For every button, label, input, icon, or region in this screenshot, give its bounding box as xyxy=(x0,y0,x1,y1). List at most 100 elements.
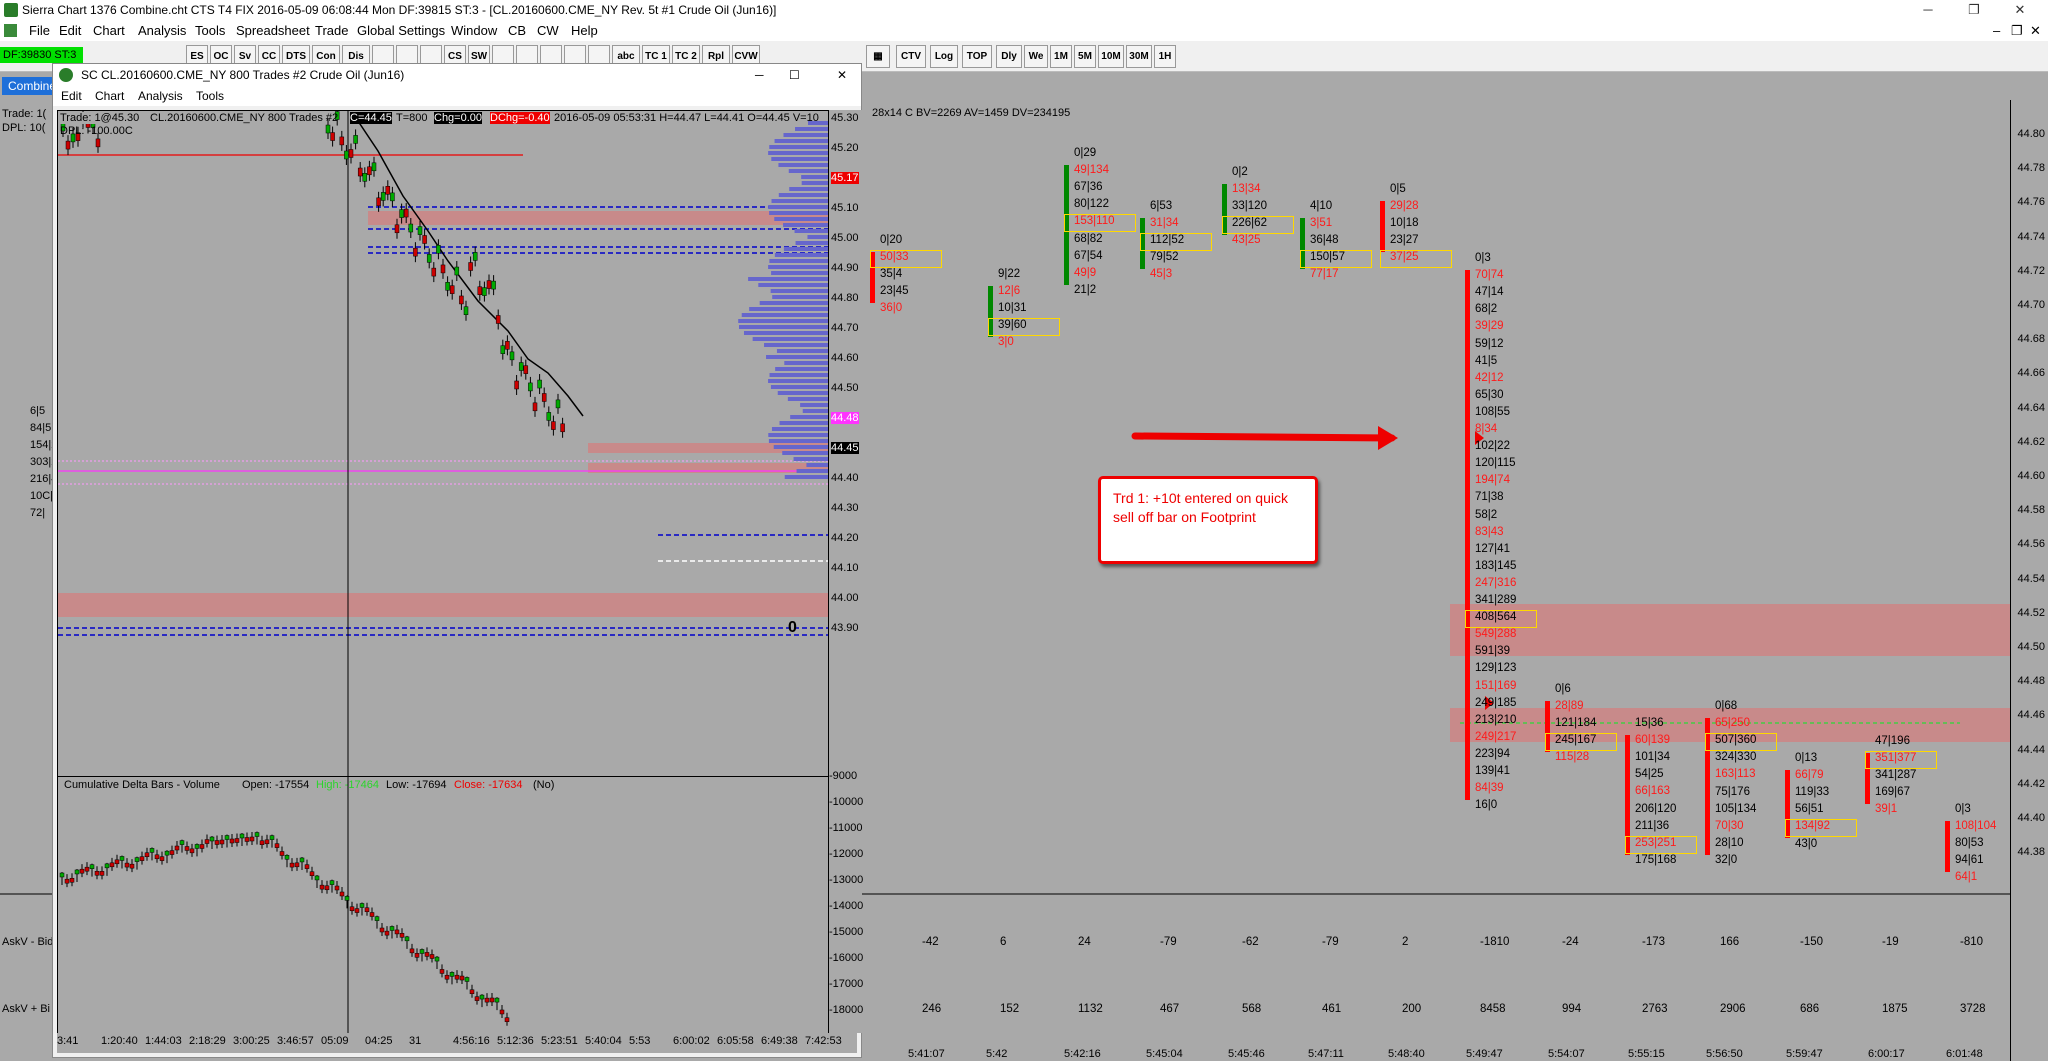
profile-bar xyxy=(784,475,828,479)
inner-price-chart[interactable]: Trade: 1@45.30 CL.20160600.CME_NY 800 Tr… xyxy=(57,110,829,777)
price-candle xyxy=(560,423,565,433)
cd-candle xyxy=(389,926,395,931)
askv-plus-label: AskV + Bi xyxy=(2,1003,50,1015)
inner-close-button[interactable]: ✕ xyxy=(837,64,847,86)
cumulative-delta-pane[interactable]: Cumulative Delta Bars - Volume Open: -17… xyxy=(57,776,829,1035)
poc-box xyxy=(1140,233,1212,252)
menu-analysis[interactable]: Analysis xyxy=(138,20,186,41)
inner-chart-window[interactable]: SC CL.20160600.CME_NY 800 Trades #2 Crud… xyxy=(52,63,864,1058)
minimize-button[interactable]: ─ xyxy=(1906,0,1950,20)
footprint-cell: 49|9 xyxy=(1074,266,1097,279)
close-button[interactable]: ✕ xyxy=(1998,0,2042,20)
menu-chart[interactable]: Chart xyxy=(93,20,125,41)
menu-cw[interactable]: CW xyxy=(537,20,559,41)
price-candle xyxy=(518,362,524,371)
menu-window[interactable]: Window xyxy=(451,20,497,41)
price-candle xyxy=(371,162,377,172)
footprint-cell: 119|33 xyxy=(1795,786,1830,799)
price-candle xyxy=(325,124,331,134)
price-candle xyxy=(482,287,487,296)
price-candles xyxy=(60,111,565,438)
footprint-cell: 0|2 xyxy=(1232,166,1248,178)
window-title: Sierra Chart 1376 Combine.cht CTS T4 FIX… xyxy=(22,3,777,17)
menu-trade[interactable]: Trade xyxy=(315,20,348,41)
price-candle xyxy=(509,351,515,361)
toolbar-1m-button[interactable]: 1M xyxy=(1050,45,1072,68)
toolbar-we-button[interactable]: We xyxy=(1024,45,1048,68)
restore-button[interactable]: ❐ xyxy=(1952,0,1996,20)
price-candle xyxy=(362,173,368,182)
profile-bar xyxy=(766,355,828,359)
inner-stats-info: 2016-05-09 05:53:31 H=44.47 L=44.41 O=44… xyxy=(554,112,819,124)
price-candle xyxy=(344,150,349,160)
toolbar-1h-button[interactable]: 1H xyxy=(1154,45,1176,68)
annotation-text: Trd 1: +10t entered on quick sell off ba… xyxy=(1113,490,1288,525)
delta-value: -1810 xyxy=(1480,936,1510,948)
price-tick: 44.54 xyxy=(2017,572,2045,585)
inner-trades-info: T=800 xyxy=(396,112,428,124)
price-candle xyxy=(495,315,501,324)
toolbar-5m-button[interactable]: 5M xyxy=(1074,45,1096,68)
profile-bar xyxy=(801,181,828,185)
footprint-cell: 36|48 xyxy=(1310,234,1339,247)
profile-bar xyxy=(738,319,828,323)
delta-value: 24 xyxy=(1078,936,1091,948)
toolbar-10m-button[interactable]: 10M xyxy=(1098,45,1124,68)
cd-candle xyxy=(109,862,115,868)
menu-spreadsheet[interactable]: Spreadsheet xyxy=(236,20,310,41)
footprint-cell: 66|163 xyxy=(1635,785,1670,798)
price-candle xyxy=(449,285,455,294)
cd-candle xyxy=(404,936,410,942)
menu-edit[interactable]: Edit xyxy=(59,20,81,41)
inner-menu-chart[interactable]: Chart xyxy=(95,86,124,106)
menu-help[interactable]: Help xyxy=(571,20,598,41)
footprint-cell: 83|43 xyxy=(1475,525,1504,538)
toolbar-30m-button[interactable]: 30M xyxy=(1126,45,1152,68)
price-tick: 44.60 xyxy=(2017,470,2045,482)
volume-value: 568 xyxy=(1242,1003,1262,1015)
menu-file[interactable]: File xyxy=(29,20,50,41)
footprint-cell: 341|287 xyxy=(1875,769,1917,782)
menu-global-settings[interactable]: Global Settings xyxy=(357,20,445,41)
delta-axis-tick: -13000 xyxy=(829,874,864,886)
price-candle xyxy=(417,226,423,235)
chart-grid-icon[interactable]: ▦ xyxy=(866,45,890,68)
inner-menu-edit[interactable]: Edit xyxy=(61,86,82,106)
mdi-minimize-button[interactable]: – xyxy=(1993,20,2000,41)
footprint-cell: 120|115 xyxy=(1475,457,1516,470)
inner-menu-analysis[interactable]: Analysis xyxy=(138,86,183,106)
profile-bar xyxy=(771,157,828,161)
toolbar-dly-button[interactable]: Dly xyxy=(996,45,1022,68)
cd-candle xyxy=(329,880,335,885)
menu-cb[interactable]: CB xyxy=(508,20,526,41)
price-candle xyxy=(394,224,400,234)
poc-box xyxy=(1380,250,1452,269)
cd-candle xyxy=(154,854,160,860)
cd-candle xyxy=(189,848,195,854)
inner-minimize-button[interactable]: ─ xyxy=(755,64,764,86)
cd-candle xyxy=(74,869,80,875)
footprint-cell: 23|45 xyxy=(880,285,909,298)
cd-candle xyxy=(249,836,255,842)
profile-bar xyxy=(774,253,828,257)
profile-bar xyxy=(743,331,828,335)
footprint-cell: 77|17 xyxy=(1310,268,1339,281)
toolbar-top-button[interactable]: TOP xyxy=(962,45,992,68)
mdi-restore-button[interactable]: ❐ xyxy=(2011,20,2023,41)
mdi-close-button[interactable]: ✕ xyxy=(2030,20,2041,41)
toolbar-ctv-button[interactable]: CTV xyxy=(896,45,926,68)
cd-candle xyxy=(319,884,325,890)
profile-bar xyxy=(795,241,828,245)
inner-menu-tools[interactable]: Tools xyxy=(196,86,224,106)
price-candle xyxy=(500,345,506,354)
price-tick: 44.72 xyxy=(2017,264,2045,277)
cd-candle xyxy=(114,859,120,865)
delta-axis-tick: -9000 xyxy=(829,770,858,782)
inner-maximize-button[interactable]: ☐ xyxy=(789,64,800,86)
price-candle xyxy=(399,209,404,218)
inner-price-tick: 45.20 xyxy=(831,142,859,154)
menu-tools[interactable]: Tools xyxy=(195,20,225,41)
toolbar-log-button[interactable]: Log xyxy=(930,45,958,68)
cd-candle xyxy=(269,835,275,840)
cd-candle xyxy=(159,856,165,861)
